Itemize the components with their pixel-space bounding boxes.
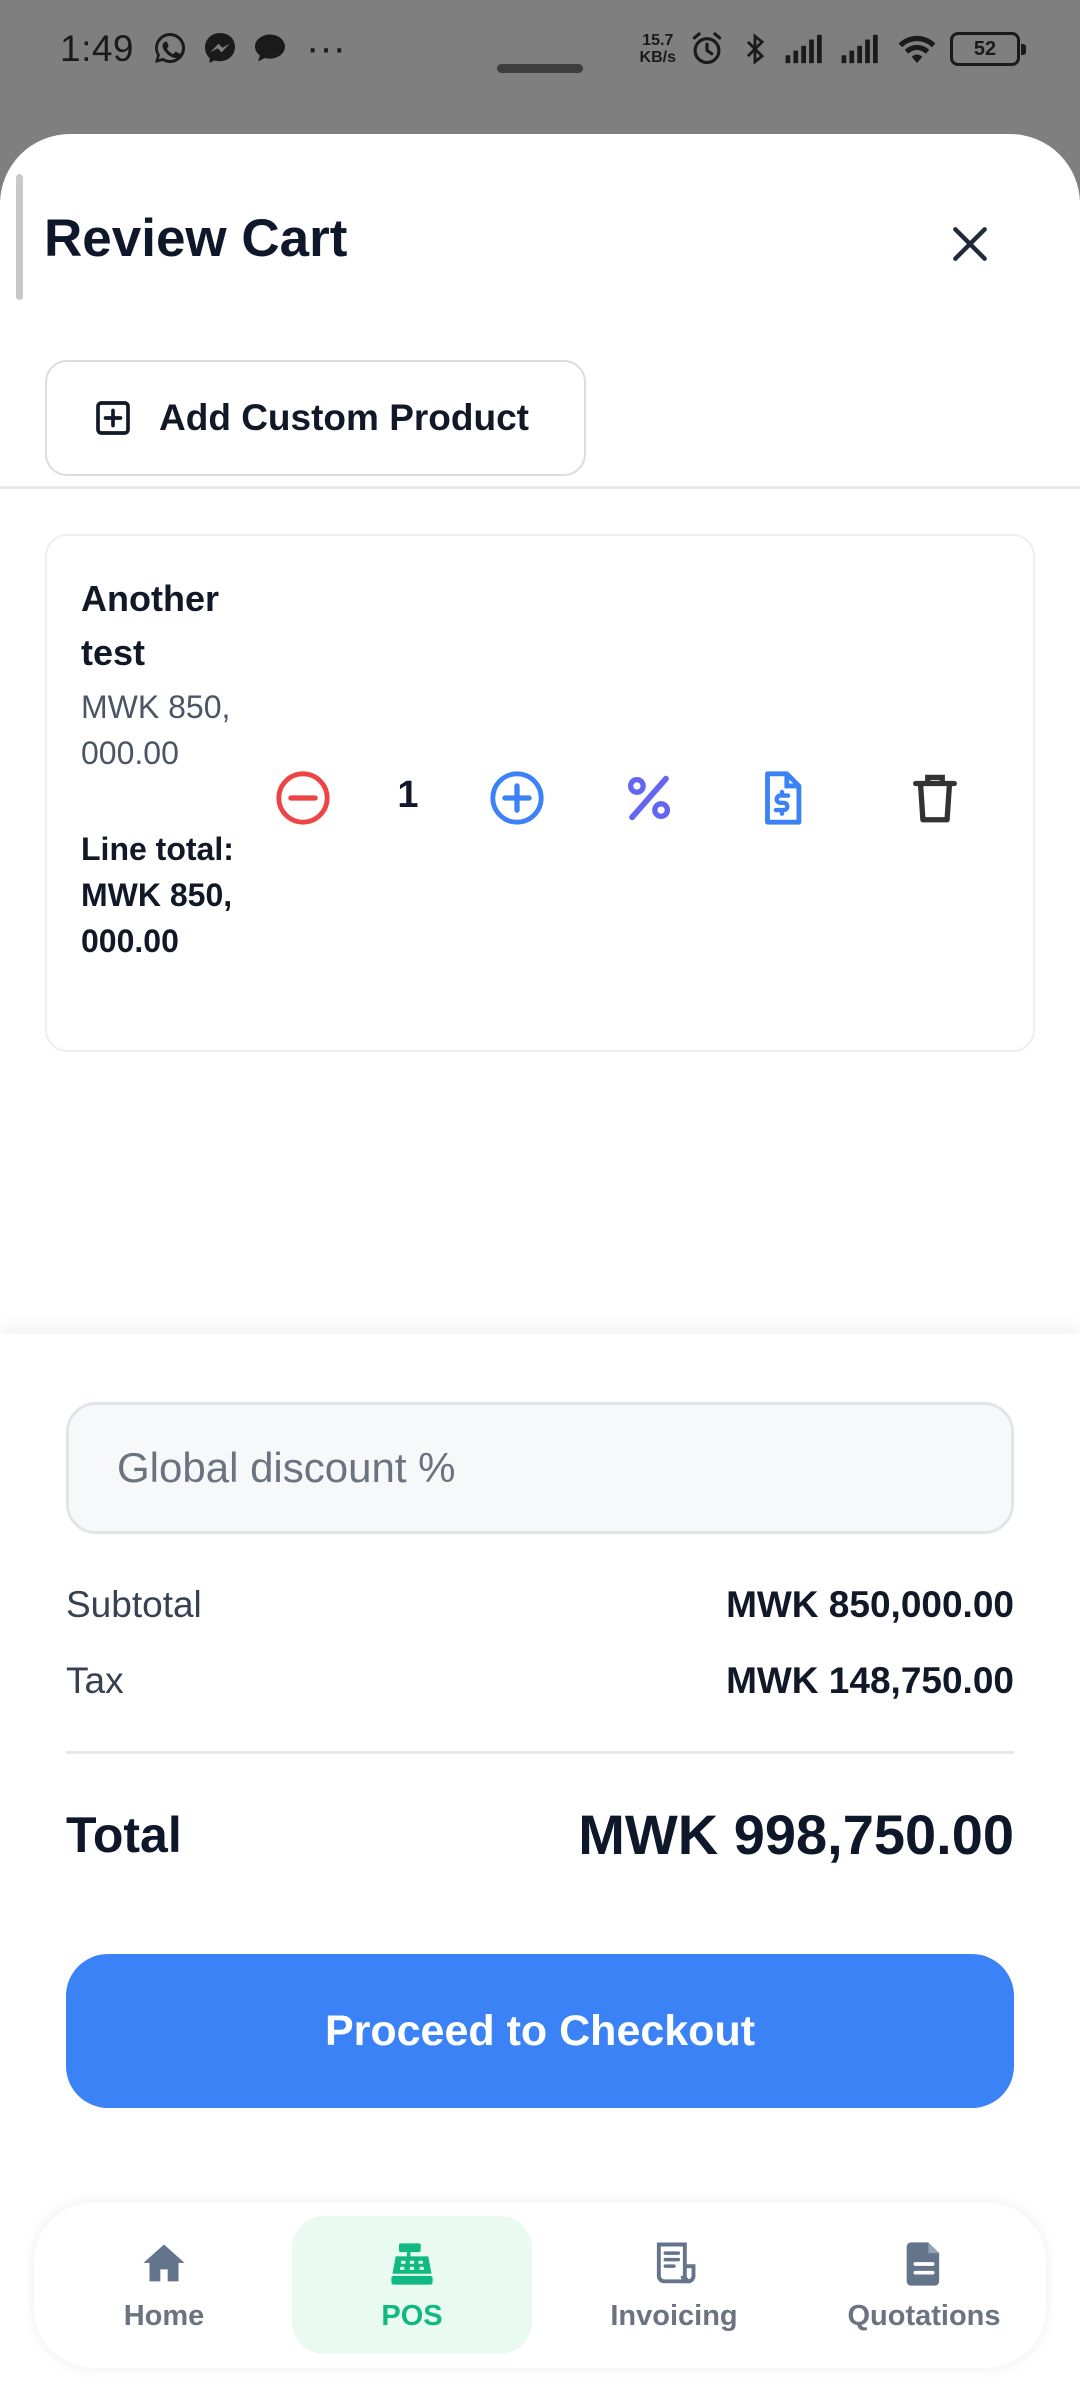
close-button[interactable] [940, 214, 1000, 274]
nav-label-invoicing: Invoicing [610, 2299, 738, 2332]
nav-label-pos: POS [381, 2299, 443, 2332]
nav-label-quotations: Quotations [847, 2299, 1001, 2332]
header-divider [0, 486, 1080, 489]
add-custom-product-label: Add Custom Product [159, 397, 529, 438]
document-icon [906, 2241, 940, 2286]
tax-value: MWK 148,750.00 [726, 1660, 1014, 1701]
item-line-total: Line total: MWK 850,000.00 [81, 826, 241, 964]
signal-icon-2 [841, 34, 878, 64]
network-speed: 15.7 KB/s [639, 32, 676, 66]
item-name: Another test [81, 578, 219, 673]
add-custom-product-button[interactable]: Add Custom Product [45, 360, 586, 476]
sheet-scroll-indicator[interactable] [16, 174, 23, 300]
plus-square-icon [96, 401, 130, 435]
subtotal-row: Subtotal MWK 850,000.00 [66, 1584, 1014, 1626]
item-price-document-button[interactable] [752, 768, 812, 828]
increase-quantity-button[interactable] [487, 768, 547, 828]
total-row: Total MWK 998,750.00 [66, 1802, 1014, 1867]
tax-row: Tax MWK 148,750.00 [66, 1660, 1014, 1702]
battery-indicator: 52 [950, 32, 1026, 66]
bottom-navigation: Home POS Invoicing Quotations [34, 2202, 1046, 2368]
trash-icon [913, 774, 957, 823]
review-cart-sheet: Review Cart Add Custom Product Another t… [0, 134, 1080, 2400]
minus-circle-icon [276, 771, 330, 825]
line-total-label: Line total: [81, 831, 234, 867]
remove-item-button[interactable] [905, 768, 965, 828]
proceed-to-checkout-button[interactable]: Proceed to Checkout [66, 1954, 1014, 2108]
status-time: 1:49 [60, 28, 135, 69]
drag-pill [497, 64, 583, 73]
nav-item-quotations[interactable]: Quotations [814, 2216, 1034, 2354]
nav-label-home: Home [123, 2299, 205, 2332]
notification-icons: ··· [152, 26, 346, 70]
close-icon [953, 227, 987, 261]
system-icons: 15.7 KB/s 52 [639, 30, 1026, 68]
receipt-icon [656, 2242, 696, 2283]
sheet-title: Review Cart [44, 209, 348, 268]
decrease-quantity-button[interactable] [273, 768, 333, 828]
signal-icon-1 [785, 34, 822, 64]
item-unit-price: MWK 850,000.00 [81, 689, 231, 771]
more-notifications-icon: ··· [306, 26, 346, 70]
nav-item-invoicing[interactable]: Invoicing [554, 2216, 794, 2354]
plus-circle-icon [490, 771, 544, 825]
line-total-value: MWK 850,000.00 [81, 877, 233, 959]
percent-icon [627, 775, 671, 821]
whatsapp-icon [155, 32, 186, 63]
subtotal-label: Subtotal [66, 1584, 202, 1625]
bluetooth-icon [746, 33, 765, 65]
nav-item-pos[interactable]: POS [292, 2216, 532, 2354]
total-value: MWK 998,750.00 [578, 1803, 1014, 1866]
wifi-icon [898, 35, 936, 63]
home-icon [143, 2244, 185, 2281]
status-bar: 1:49 ··· 15.7 KB/s 52 [0, 0, 1080, 100]
chat-bubble-icon [255, 34, 285, 62]
subtotal-value: MWK 850,000.00 [726, 1584, 1014, 1625]
summary-divider [66, 1751, 1014, 1754]
cart-item: Another test MWK 850,000.00 Line total: … [45, 534, 1035, 1052]
total-label: Total [66, 1806, 182, 1863]
price-document-icon [765, 771, 802, 825]
alarm-icon [692, 32, 722, 65]
messenger-icon [205, 33, 235, 63]
global-discount-input[interactable] [66, 1402, 1014, 1534]
tax-label: Tax [66, 1660, 124, 1701]
item-quantity: 1 [397, 774, 419, 816]
cash-register-icon [391, 2242, 433, 2285]
item-discount-button[interactable] [619, 768, 679, 828]
nav-item-home[interactable]: Home [54, 2216, 274, 2354]
